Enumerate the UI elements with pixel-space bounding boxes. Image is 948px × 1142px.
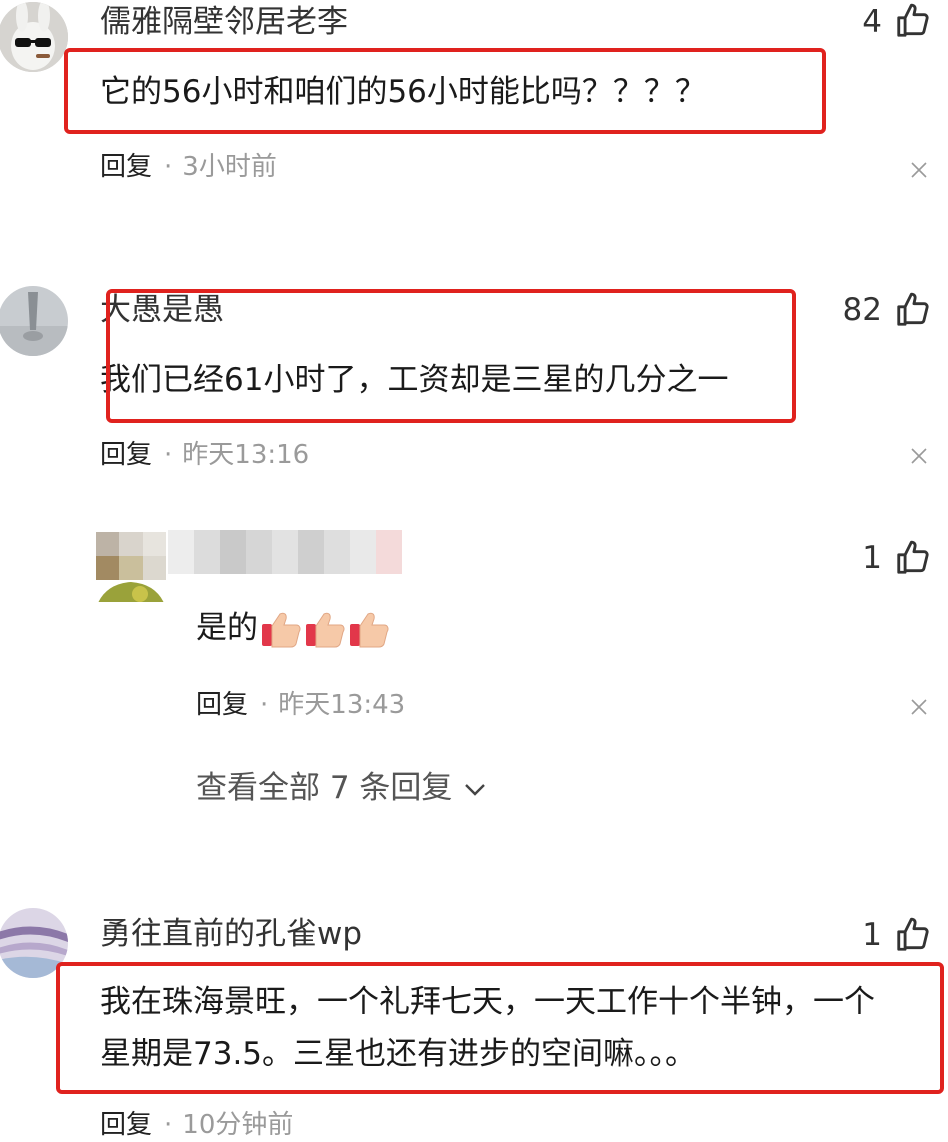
username[interactable]: 勇往直前的孔雀wp — [100, 914, 362, 954]
close-icon[interactable] — [910, 161, 928, 179]
close-icon[interactable] — [910, 698, 928, 716]
avatar[interactable] — [0, 286, 68, 356]
blurred-username — [168, 530, 402, 574]
username[interactable]: 大愚是愚 — [100, 290, 224, 330]
comment-meta: 回复 · 3小时前 — [100, 150, 277, 184]
thumbs-up-emoji — [262, 612, 301, 647]
close-icon[interactable] — [910, 447, 928, 465]
avatar[interactable] — [0, 908, 68, 978]
like-count: 1 — [862, 917, 882, 953]
like-count: 4 — [862, 4, 882, 40]
like-count: 82 — [842, 292, 882, 328]
separator-dot: · — [164, 152, 173, 182]
timestamp: 昨天13:16 — [182, 440, 310, 470]
reply-meta: 回复 · 昨天13:43 — [196, 688, 405, 722]
reply-button[interactable]: 回复 — [100, 152, 152, 182]
reply-text: 是的 — [196, 602, 390, 654]
comment-meta: 回复 · 昨天13:16 — [100, 438, 309, 472]
thumbs-up-icon[interactable] — [894, 539, 932, 577]
view-all-replies-label: 查看全部 7 条回复 — [196, 770, 453, 806]
avatar[interactable] — [96, 532, 166, 602]
timestamp: 昨天13:43 — [278, 690, 406, 720]
reply-text-content: 是的 — [196, 610, 258, 646]
comment-text-line: 我在珠海景旺，一个礼拜七天，一天工作十个半钟，一个 — [100, 984, 875, 1020]
reply-button[interactable]: 回复 — [100, 440, 152, 470]
comment-text: 我们已经61小时了，工资却是三星的几分之一 — [100, 362, 729, 398]
timestamp: 3小时前 — [182, 152, 277, 182]
comment-meta: 回复 · 10分钟前 — [100, 1108, 293, 1142]
thumbs-up-icon[interactable] — [894, 291, 932, 329]
like-count: 1 — [862, 540, 882, 576]
username[interactable]: 儒雅隔壁邻居老李 — [100, 2, 348, 42]
chevron-down-icon — [465, 783, 486, 796]
separator-dot: · — [164, 440, 173, 470]
separator-dot: · — [260, 690, 269, 720]
thumbs-up-emoji — [350, 612, 389, 647]
view-all-replies-button[interactable]: 查看全部 7 条回复 — [196, 768, 486, 808]
comment-text: 它的56小时和咱们的56小时能比吗？？？？ — [100, 74, 706, 110]
thumbs-up-icon[interactable] — [894, 916, 932, 954]
reply-button[interactable]: 回复 — [196, 690, 248, 720]
thumbs-up-icon[interactable] — [894, 2, 932, 40]
comment-text-line: 星期是73.5。三星也还有进步的空间嘛。。。 — [100, 1036, 697, 1072]
avatar[interactable] — [0, 2, 68, 72]
thumbs-up-emoji — [306, 612, 345, 647]
